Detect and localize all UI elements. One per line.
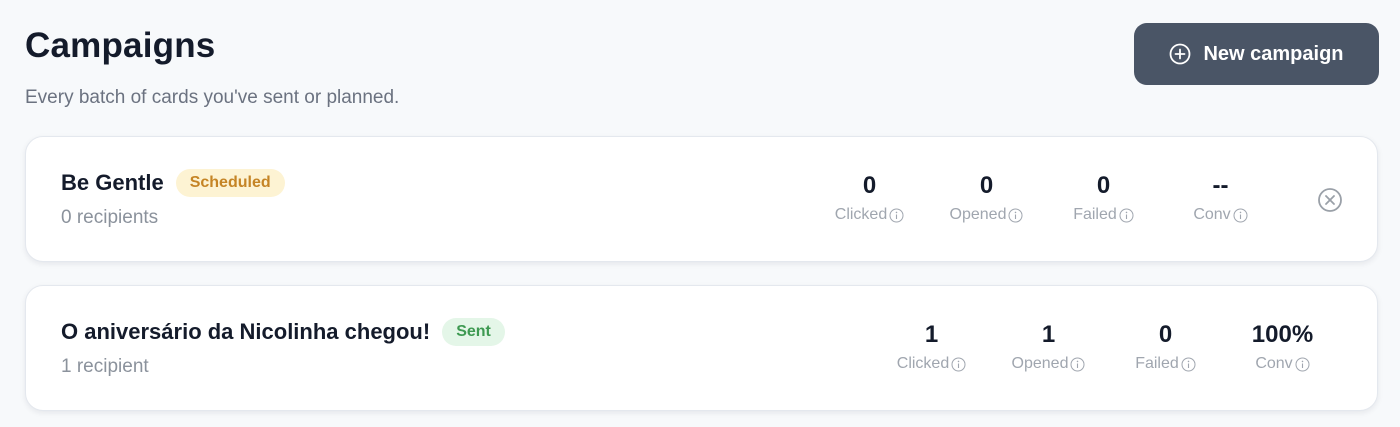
page-title: Campaigns (25, 26, 216, 65)
campaign-info: O aniversário da Nicolinha chegou! Sent … (61, 316, 505, 378)
stat-label: Failed (1107, 355, 1224, 373)
info-icon[interactable] (951, 357, 966, 372)
status-badge: Sent (442, 318, 505, 346)
campaign-info: Be Gentle Scheduled 0 recipients (61, 167, 285, 229)
info-icon[interactable] (1233, 208, 1248, 223)
stat-label: Clicked (811, 206, 928, 224)
info-icon[interactable] (1070, 357, 1085, 372)
plus-circle-icon (1169, 43, 1191, 65)
stat-label: Clicked (873, 355, 990, 373)
stat-label: Conv (1224, 355, 1341, 373)
stat-value: 0 (1096, 172, 1111, 199)
campaign-name: O aniversário da Nicolinha chegou! (61, 319, 431, 344)
campaign-name: Be Gentle (61, 170, 164, 195)
recipient-count: 1 recipient (61, 356, 149, 377)
stat-conv: 100% Conv (1224, 320, 1341, 373)
stat-failed: 0 Failed (1107, 320, 1224, 373)
stat-failed: 0 Failed (1045, 171, 1162, 224)
campaign-title-row: O aniversário da Nicolinha chegou! Sent (61, 316, 505, 348)
campaigns-page: Campaigns Every batch of cards you've se… (0, 0, 1400, 427)
stat-value: 0 (1158, 321, 1173, 348)
stat-conv: -- Conv (1162, 171, 1279, 224)
stat-value: -- (1212, 172, 1229, 199)
page-header: Campaigns Every batch of cards you've se… (25, 26, 399, 110)
stat-label-text: Opened (949, 206, 1007, 223)
stat-label-text: Conv (1255, 355, 1293, 372)
stat-opened: 0 Opened (928, 171, 1045, 224)
stat-value: 1 (924, 321, 939, 348)
campaign-title-row: Be Gentle Scheduled (61, 167, 285, 199)
stat-label: Failed (1045, 206, 1162, 224)
stat-label: Opened (928, 206, 1045, 224)
info-icon[interactable] (1181, 357, 1196, 372)
stat-clicked: 0 Clicked (811, 171, 928, 224)
stat-value: 0 (862, 172, 877, 199)
campaign-stats: 0 Clicked 0 Opened 0 Failed -- Conv (811, 171, 1279, 224)
stat-value: 1 (1041, 321, 1056, 348)
info-icon[interactable] (1008, 208, 1023, 223)
stat-label-text: Clicked (896, 355, 950, 372)
recipient-count: 0 recipients (61, 207, 159, 228)
stat-label-text: Failed (1135, 355, 1179, 372)
page-subtitle: Every batch of cards you've sent or plan… (25, 87, 400, 108)
stat-label: Conv (1162, 206, 1279, 224)
close-circle-icon[interactable] (1317, 187, 1343, 213)
stat-value: 0 (979, 172, 994, 199)
info-icon[interactable] (1295, 357, 1310, 372)
stat-label: Opened (990, 355, 1107, 373)
stat-opened: 1 Opened (990, 320, 1107, 373)
stat-label-text: Conv (1193, 206, 1231, 223)
info-icon[interactable] (1119, 208, 1134, 223)
stat-label-text: Opened (1011, 355, 1069, 372)
campaign-stats: 1 Clicked 1 Opened 0 Failed 100% Conv (873, 320, 1341, 373)
campaign-card[interactable]: Be Gentle Scheduled 0 recipients 0 Click… (25, 136, 1378, 262)
stat-label-text: Failed (1073, 206, 1117, 223)
status-badge: Scheduled (175, 169, 285, 197)
stat-clicked: 1 Clicked (873, 320, 990, 373)
stat-value: 100% (1251, 321, 1314, 348)
info-icon[interactable] (889, 208, 904, 223)
campaign-card[interactable]: O aniversário da Nicolinha chegou! Sent … (25, 285, 1378, 411)
new-campaign-label: New campaign (1203, 42, 1344, 65)
stat-label-text: Clicked (834, 206, 888, 223)
new-campaign-button[interactable]: New campaign (1134, 23, 1379, 85)
